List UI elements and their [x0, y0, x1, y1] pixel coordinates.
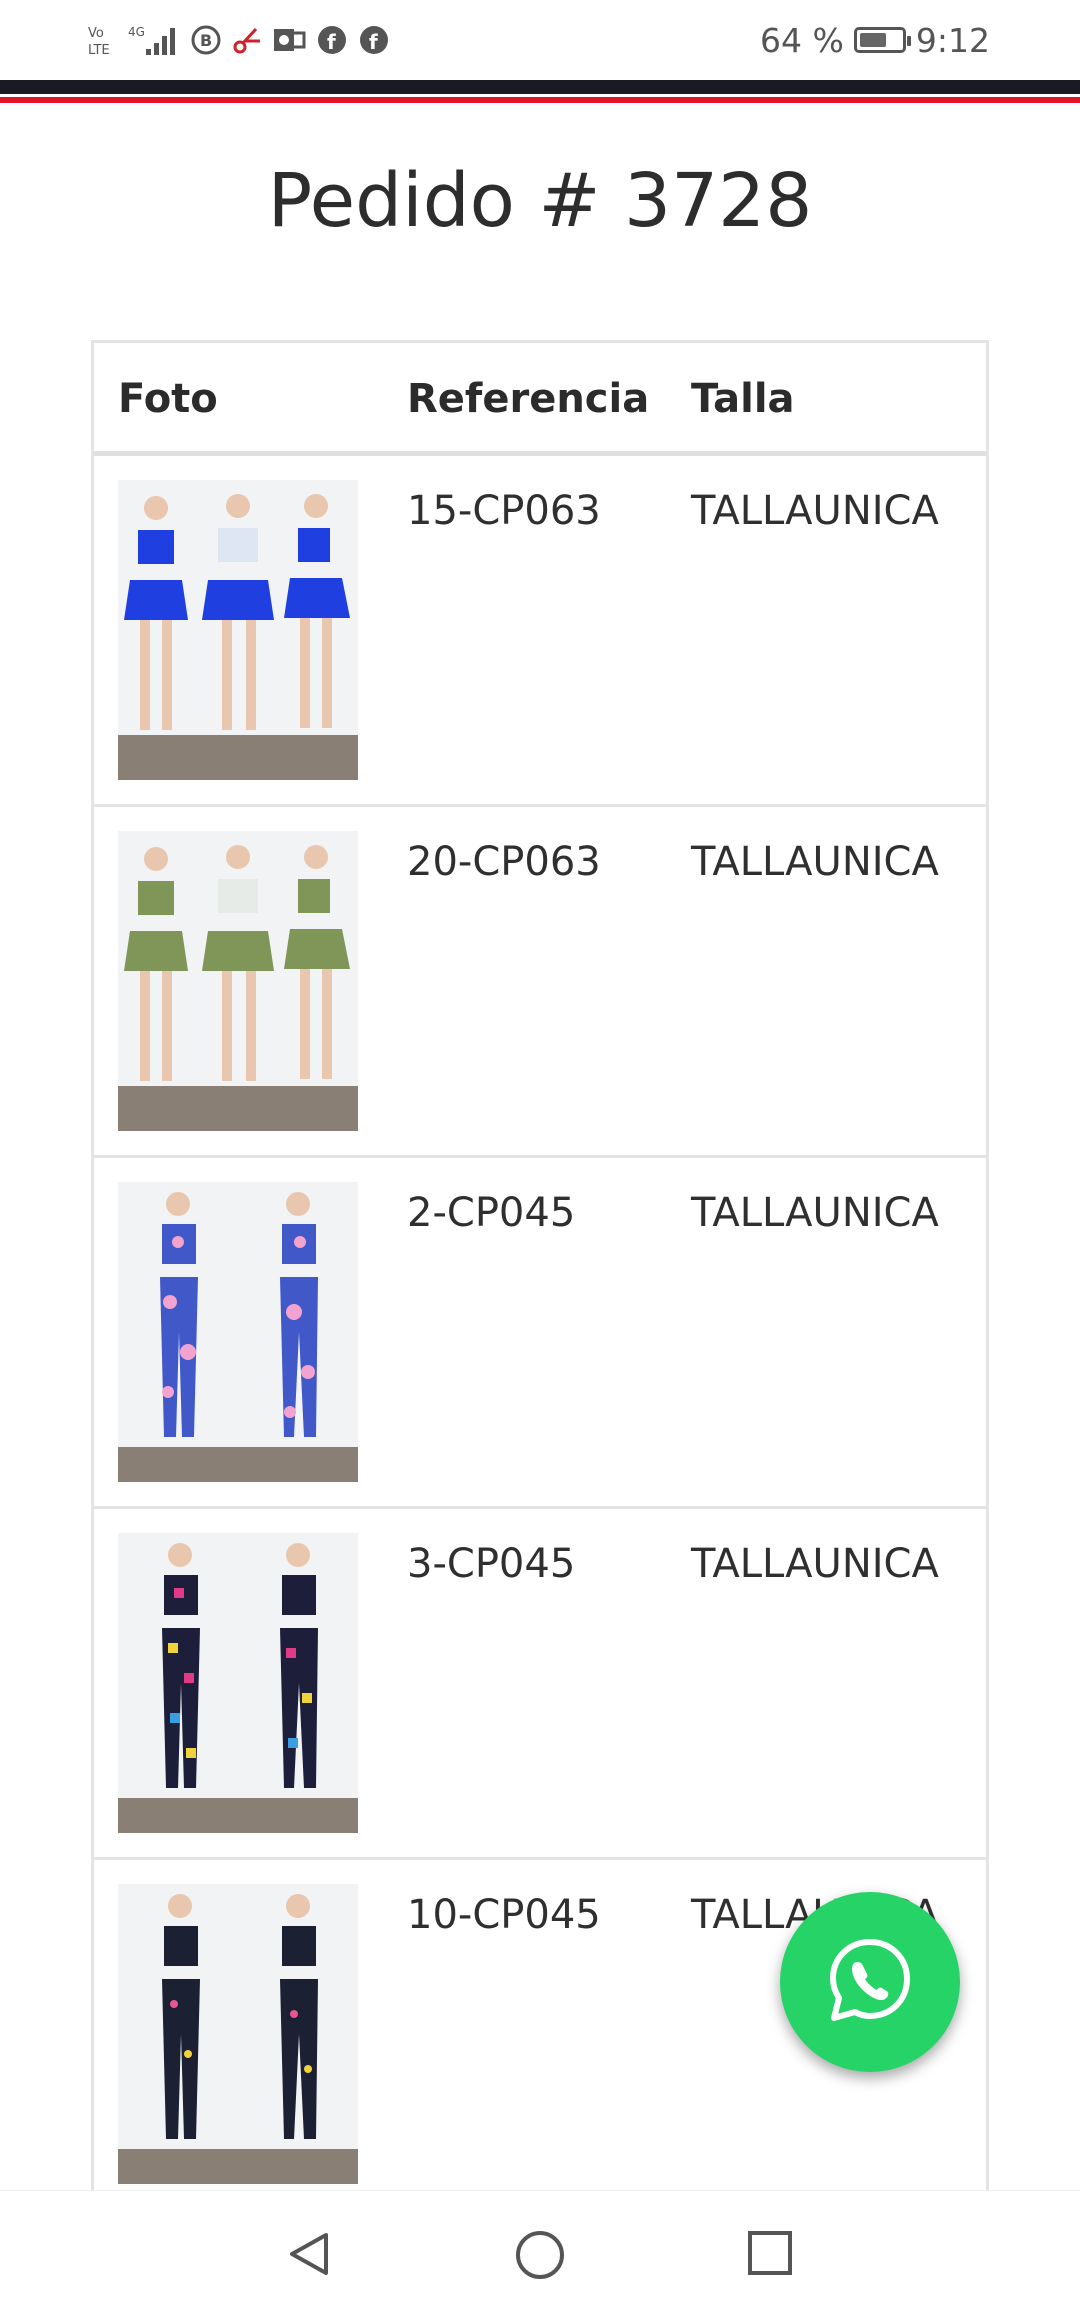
reference-cell: 3-CP045 [407, 1541, 576, 1587]
reference-cell: 20-CP063 [407, 839, 601, 885]
table-header: Foto Referencia Talla [94, 343, 986, 456]
size-cell: TALLAUNICA [691, 1541, 939, 1587]
status-icons-left: Vo LTE 4G B f f [88, 18, 390, 62]
back-icon[interactable] [284, 2229, 334, 2283]
svg-text:Vo: Vo [88, 26, 104, 41]
product-photo[interactable] [118, 831, 358, 1131]
battery-percent: 64 % [760, 20, 844, 60]
facebook-icon: f [358, 24, 390, 56]
header-red-stripe [0, 97, 1080, 103]
svg-text:f: f [327, 30, 336, 54]
clock: 9:12 [915, 20, 990, 60]
reference-cell: 2-CP045 [407, 1190, 576, 1236]
b-app-icon: B [190, 24, 222, 56]
status-icons-right: 64 % 9:12 [760, 18, 990, 62]
svg-text:B: B [200, 31, 212, 50]
facebook-icon: f [316, 24, 348, 56]
reference-cell: 15-CP063 [407, 488, 601, 534]
product-photo[interactable] [118, 1182, 358, 1482]
page-title: Pedido # 3728 [267, 158, 813, 244]
product-photo[interactable] [118, 1884, 358, 2184]
recents-icon[interactable] [746, 2229, 794, 2281]
whatsapp-icon [824, 1934, 916, 2030]
header-dark-stripe [0, 80, 1080, 94]
column-header-photo: Foto [118, 376, 218, 422]
product-photo[interactable] [118, 480, 358, 780]
svg-text:LTE: LTE [88, 43, 110, 57]
outlook-icon [272, 25, 306, 55]
table-row: 3-CP045 TALLAUNICA [94, 1509, 986, 1860]
home-icon[interactable] [514, 2229, 566, 2285]
system-nav-bar [0, 2190, 1080, 2313]
svg-text:f: f [369, 30, 378, 54]
reference-cell: 10-CP045 [407, 1892, 601, 1938]
column-header-size: Talla [691, 376, 795, 422]
header-stripe [0, 80, 1080, 106]
cut-app-icon [232, 25, 262, 55]
table-row: 2-CP045 TALLAUNICA [94, 1158, 986, 1509]
size-cell: TALLAUNICA [691, 839, 939, 885]
whatsapp-button[interactable] [780, 1892, 960, 2072]
table-row: 20-CP063 TALLAUNICA [94, 807, 986, 1158]
table-row: 15-CP063 TALLAUNICA [94, 456, 986, 807]
size-cell: TALLAUNICA [691, 488, 939, 534]
product-photo[interactable] [118, 1533, 358, 1833]
svg-text:4G: 4G [128, 25, 145, 39]
battery-icon [853, 27, 911, 53]
column-header-reference: Referencia [407, 376, 650, 422]
size-cell: TALLAUNICA [691, 1190, 939, 1236]
volte-icon: Vo LTE [88, 23, 118, 57]
signal-icon: 4G [128, 23, 180, 57]
status-bar: Vo LTE 4G B f f 64 % 9:12 [0, 0, 1080, 80]
